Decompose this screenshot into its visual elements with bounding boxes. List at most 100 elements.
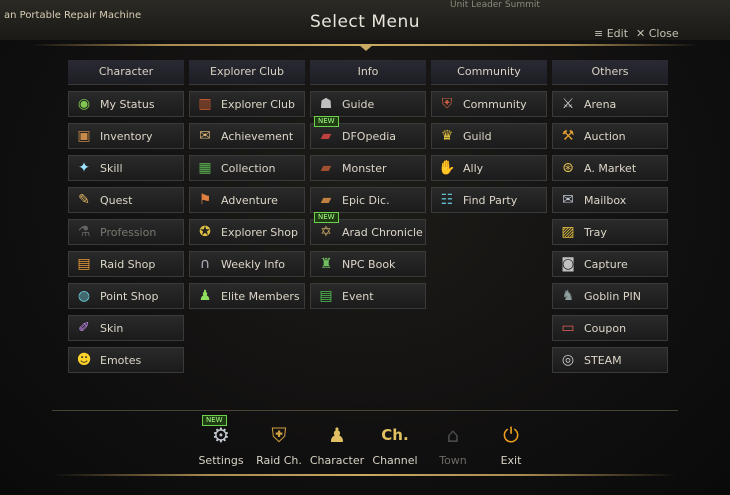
menu-item-label: Weekly Info xyxy=(221,257,286,271)
menu-item-label: A. Market xyxy=(584,161,637,175)
menu-item-mailbox[interactable]: ✉ Mailbox xyxy=(552,187,668,213)
capture-camera-icon: ◙ xyxy=(561,256,575,272)
menu-item-label: Arad Chronicle xyxy=(342,225,423,239)
header-notch xyxy=(358,44,374,51)
column-header: Others xyxy=(552,60,668,85)
ally-handshake-icon: ✋ xyxy=(438,160,456,176)
menu-item-dfopedia[interactable]: ▰ DFOpedia NEW xyxy=(310,116,426,149)
menu-item-skill[interactable]: ✦ Skill xyxy=(68,155,184,181)
menu-item-epic-dic[interactable]: ▰ Epic Dic. xyxy=(310,187,426,213)
menu-item-point-shop[interactable]: ◍ Point Shop xyxy=(68,283,184,309)
menu-item-npc-book[interactable]: ♜ NPC Book xyxy=(310,251,426,277)
menu-item-ally[interactable]: ✋ Ally xyxy=(431,155,547,181)
menu-item-label: Event xyxy=(342,289,374,303)
menu-item-explorer-club[interactable]: ▥ Explorer Club xyxy=(189,91,305,117)
menu-item-quest[interactable]: ✎ Quest xyxy=(68,187,184,213)
menu-item-elite-members[interactable]: ♟ Elite Members xyxy=(189,283,305,309)
menu-item-achievement[interactable]: ✉ Achievement xyxy=(189,123,305,149)
menu-item-label: Coupon xyxy=(584,321,627,335)
menu-item-goblin-pin[interactable]: ♞ Goblin PIN xyxy=(552,283,668,309)
column-header: Explorer Club xyxy=(189,60,305,85)
menu-column-info: Info ☗ Guide ▰ DFOpedia NEW ▰ Monster ▰ Epic Dic.… xyxy=(310,60,426,309)
weekly-info-icon: ∩ xyxy=(199,256,211,272)
skill-icon: ✦ xyxy=(78,160,90,176)
bottom-divider xyxy=(52,410,678,411)
character-button[interactable]: ♟ Character xyxy=(308,420,366,467)
menu-item-steam[interactable]: ◎ STEAM xyxy=(552,347,668,373)
collection-icon: ▦ xyxy=(198,160,212,176)
guide-icon: ☗ xyxy=(319,96,333,112)
menu-item-guild[interactable]: ♛ Guild xyxy=(431,123,547,149)
menu-item-label: Inventory xyxy=(100,129,153,143)
menu-item-a-market[interactable]: ⊛ A. Market xyxy=(552,155,668,181)
menu-item-tray[interactable]: ▨ Tray xyxy=(552,219,668,245)
channel-button[interactable]: Ch. Channel xyxy=(366,420,424,467)
menu-item-raid-shop[interactable]: ▤ Raid Shop xyxy=(68,251,184,277)
menu-item-capture[interactable]: ◙ Capture xyxy=(552,251,668,277)
auction-hammer-icon: ⚒ xyxy=(561,128,575,144)
menu-item-label: Emotes xyxy=(100,353,142,367)
menu-item-profession[interactable]: ⚗ Profession xyxy=(68,219,184,245)
town-button[interactable]: ⌂ Town xyxy=(424,420,482,467)
menu-item-label: Explorer Club xyxy=(221,97,295,111)
menu-item-label: Achievement xyxy=(221,129,294,143)
close-button[interactable]: ✕ Close xyxy=(636,27,679,40)
menu-column-character: Character ◉ My Status ▣ Inventory ✦ Skill ✎ Ques… xyxy=(68,60,184,373)
column-header: Community xyxy=(431,60,547,85)
npc-book-icon: ♜ xyxy=(319,256,333,272)
menu-item-explorer-shop[interactable]: ✪ Explorer Shop xyxy=(189,219,305,245)
column-header: Character xyxy=(68,60,184,85)
menu-item-label: DFOpedia xyxy=(342,129,396,143)
menu-item-label: Arena xyxy=(584,97,617,111)
menu-item-event[interactable]: ▤ Event xyxy=(310,283,426,309)
menu-item-emotes[interactable]: ☻ Emotes xyxy=(68,347,184,373)
menu-item-inventory[interactable]: ▣ Inventory xyxy=(68,123,184,149)
menu-item-label: STEAM xyxy=(584,353,622,367)
quest-scroll-icon: ✎ xyxy=(78,192,90,208)
menu-item-label: Ally xyxy=(463,161,484,175)
settings-button[interactable]: ⚙ Settings NEW xyxy=(192,415,250,467)
menu-item-coupon[interactable]: ▭ Coupon xyxy=(552,315,668,341)
menu-item-label: Quest xyxy=(100,193,133,207)
raid-ch-button[interactable]: ⛨ Raid Ch. xyxy=(250,420,308,467)
menu-item-find-party[interactable]: ☷ Find Party xyxy=(431,187,547,213)
menu-item-adventure[interactable]: ⚑ Adventure xyxy=(189,187,305,213)
menu-item-collection[interactable]: ▦ Collection xyxy=(189,155,305,181)
raid-channel-icon: ⛨ xyxy=(271,423,287,447)
menu-item-community[interactable]: ⛨ Community xyxy=(431,91,547,117)
emote-smiley-icon: ☻ xyxy=(76,352,92,368)
menu-item-label: Guide xyxy=(342,97,375,111)
column-header: Info xyxy=(310,60,426,85)
achievement-scroll-icon: ✉ xyxy=(199,128,211,144)
menu-item-arad-chronicle[interactable]: ✡ Arad Chronicle NEW xyxy=(310,212,426,245)
menu-item-label: Goblin PIN xyxy=(584,289,641,303)
background-top-label: Unit Leader Summit xyxy=(450,0,540,10)
menu-item-weekly-info[interactable]: ∩ Weekly Info xyxy=(189,251,305,277)
epic-dictionary-icon: ▰ xyxy=(320,192,332,208)
exit-power-icon: ⏻ xyxy=(503,423,519,447)
menu-item-skin[interactable]: ✐ Skin xyxy=(68,315,184,341)
town-house-icon: ⌂ xyxy=(446,423,460,447)
bottom-button-label: Raid Ch. xyxy=(256,454,302,467)
menu-item-label: Tray xyxy=(584,225,607,239)
bottom-button-label: Character xyxy=(309,454,365,467)
new-badge: NEW xyxy=(314,212,339,223)
menu-item-label: Adventure xyxy=(221,193,278,207)
menu-item-label: Guild xyxy=(463,129,492,143)
dfopedia-book-icon: ▰ xyxy=(320,128,332,144)
menu-item-arena[interactable]: ⚔ Arena xyxy=(552,91,668,117)
menu-item-monster[interactable]: ▰ Monster xyxy=(310,155,426,181)
menu-item-label: Point Shop xyxy=(100,289,159,303)
menu-item-my-status[interactable]: ◉ My Status xyxy=(68,91,184,117)
edit-button[interactable]: ≡ Edit xyxy=(594,27,628,40)
menu-item-label: Auction xyxy=(584,129,626,143)
menu-item-guide[interactable]: ☗ Guide xyxy=(310,91,426,117)
menu-item-label: Community xyxy=(463,97,527,111)
tray-icon: ▨ xyxy=(561,224,575,240)
bottom-button-label: Settings xyxy=(198,454,244,467)
menu-item-auction[interactable]: ⚒ Auction xyxy=(552,123,668,149)
menu-item-label: Raid Shop xyxy=(100,257,156,271)
status-icon: ◉ xyxy=(77,96,91,112)
find-party-icon: ☷ xyxy=(440,192,454,208)
exit-button[interactable]: ⏻ Exit xyxy=(482,420,540,467)
